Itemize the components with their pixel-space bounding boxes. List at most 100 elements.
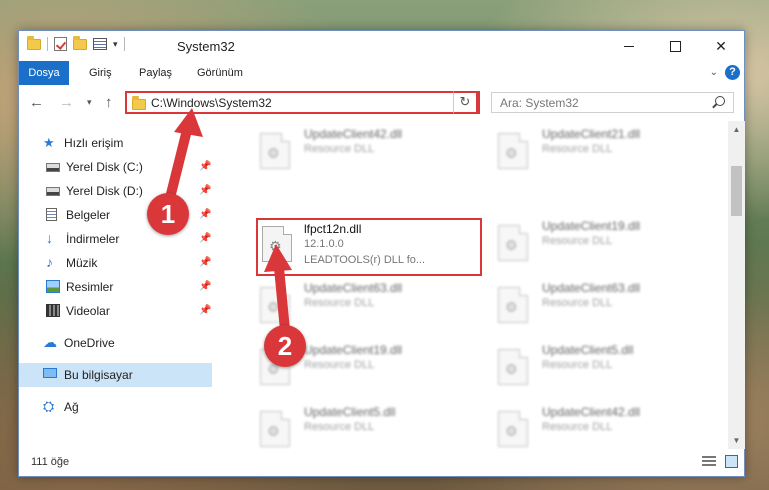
sidebar-item-quick-access[interactable]: ★ Hızlı erişim [19,131,212,155]
sidebar-item-this-pc[interactable]: Bu bilgisayar [19,363,212,387]
tab-view[interactable]: Görünüm [187,61,253,85]
pin-icon[interactable]: 📌 [199,185,211,196]
gear-icon: ⚙ [505,361,518,377]
step1-badge: 1 [147,193,189,235]
close-button[interactable]: ✕ [698,31,744,61]
quick-access-toolbar: ▾ [27,35,125,51]
file-type: Resource DLL [542,297,613,309]
minimize-icon [624,45,634,47]
up-arrow-icon[interactable]: ↑ [105,94,113,111]
dll-file-icon: ⚙ [260,411,290,447]
pin-icon[interactable]: 📌 [199,305,211,316]
pin-icon[interactable]: 📌 [199,281,211,292]
file-type: Resource DLL [304,421,375,433]
file-item[interactable]: ⚙ UpdateClient63.dll Resource DLL [490,279,710,331]
sidebar-item-label: Bu bilgisayar [64,368,133,382]
file-name: UpdateClient21.dll [542,127,641,141]
file-name: UpdateClient42.dll [542,405,641,419]
dll-file-icon: ⚙ [498,411,528,447]
sidebar-item-onedrive[interactable]: ☁ OneDrive [19,331,212,355]
properties-icon[interactable] [93,38,107,50]
sidebar-item-pictures[interactable]: Resimler 📌 [19,275,212,299]
vertical-scrollbar[interactable]: ▲ ▼ [728,121,745,449]
recent-locations-chevron-icon[interactable]: ▾ [87,97,92,108]
gear-icon: ⚙ [267,299,280,315]
pin-icon[interactable]: 📌 [199,209,211,220]
file-name: UpdateClient63.dll [304,281,403,295]
toolbar-separator [47,37,48,51]
sidebar-item-label: Resimler [66,280,114,294]
pin-icon[interactable]: 📌 [199,233,211,244]
file-highlight-box [256,218,482,276]
address-bar[interactable]: C:\Windows\System32 ⌄ [125,91,480,114]
maximize-button[interactable] [652,31,698,61]
dll-file-icon: ⚙ [498,287,528,323]
videos-icon [46,304,60,317]
search-input[interactable]: Ara: System32 [491,92,734,113]
ribbon-tabs: Dosya Giriş Paylaş Görünüm ⌄ ? [19,61,744,86]
file-name: UpdateClient5.dll [304,405,396,419]
file-item[interactable]: ⚙ UpdateClient63.dll Resource DLL [252,279,472,331]
file-item[interactable]: ⚙ UpdateClient5.dll Resource DLL [490,341,710,393]
forward-arrow-icon[interactable]: → [59,94,74,111]
minimize-button[interactable] [606,31,652,61]
file-item[interactable]: ⚙ UpdateClient42.dll Resource DLL [490,403,710,449]
pin-icon[interactable]: 📌 [199,257,211,268]
gear-icon: ⚙ [505,237,518,253]
sidebar-item-label: Hızlı erişim [64,136,124,150]
tab-home[interactable]: Giriş [79,61,122,85]
search-placeholder: Ara: System32 [500,96,579,110]
tab-file[interactable]: Dosya [19,61,69,85]
gear-icon: ⚙ [505,423,518,439]
scroll-up-arrow-icon[interactable]: ▲ [728,121,745,138]
file-type: Resource DLL [542,143,613,155]
pin-icon[interactable]: 📌 [199,161,211,172]
large-icons-view-icon[interactable] [725,455,738,468]
scrollbar-thumb[interactable] [731,166,742,216]
sidebar-item-label: İndirmeler [66,232,120,246]
scroll-down-arrow-icon[interactable]: ▼ [728,432,745,449]
drive-icon [46,187,60,196]
tab-share[interactable]: Paylaş [129,61,182,85]
properties-check-icon[interactable] [54,37,67,51]
gear-icon: ⚙ [267,423,280,439]
file-type: Resource DLL [304,297,375,309]
item-count: 111 öğe [31,456,70,468]
sidebar-item-music[interactable]: ♪ Müzik 📌 [19,251,212,275]
dll-file-icon: ⚙ [498,225,528,261]
file-item[interactable]: ⚙ UpdateClient42.dll Resource DLL [252,125,472,177]
maximize-icon [669,40,681,52]
address-path: C:\Windows\System32 [151,96,272,110]
dll-file-icon: ⚙ [498,133,528,169]
file-name: UpdateClient19.dll [304,343,403,357]
expand-ribbon-chevron-icon[interactable]: ⌄ [710,67,718,78]
refresh-icon: ↻ [459,94,471,109]
cloud-icon: ☁ [43,334,57,350]
new-folder-icon[interactable] [73,35,87,50]
sidebar-item-network[interactable]: ⛭ Ağ [19,395,212,419]
sidebar-item-videos[interactable]: Videolar 📌 [19,299,212,323]
refresh-button[interactable]: ↻ [453,91,478,114]
dll-file-icon: ⚙ [498,349,528,385]
back-arrow-icon[interactable]: ← [29,94,44,111]
folder-icon [27,35,41,50]
downloads-icon: ↓ [46,230,53,246]
gear-icon: ⚙ [267,145,280,161]
help-icon[interactable]: ? [725,65,740,80]
search-icon [715,96,725,106]
file-item[interactable]: ⚙ UpdateClient21.dll Resource DLL [490,125,710,177]
window-title: System32 [177,39,235,54]
sidebar-item-label: Müzik [66,256,98,270]
file-type: Resource DLL [542,359,613,371]
customize-toolbar-arrow-icon[interactable]: ▾ [113,39,118,50]
file-name: UpdateClient42.dll [304,127,403,141]
star-icon: ★ [43,135,55,150]
file-type: Resource DLL [304,143,375,155]
file-item[interactable]: ⚙ UpdateClient19.dll Resource DLL [490,217,710,269]
sidebar-item-local-disk-c[interactable]: Yerel Disk (C:) 📌 [19,155,212,179]
file-type: Resource DLL [542,235,613,247]
file-item[interactable]: ⚙ UpdateClient5.dll Resource DLL [252,403,472,449]
close-icon: ✕ [715,37,727,54]
sidebar-item-downloads[interactable]: ↓ İndirmeler 📌 [19,227,212,251]
details-view-icon[interactable] [702,456,716,468]
